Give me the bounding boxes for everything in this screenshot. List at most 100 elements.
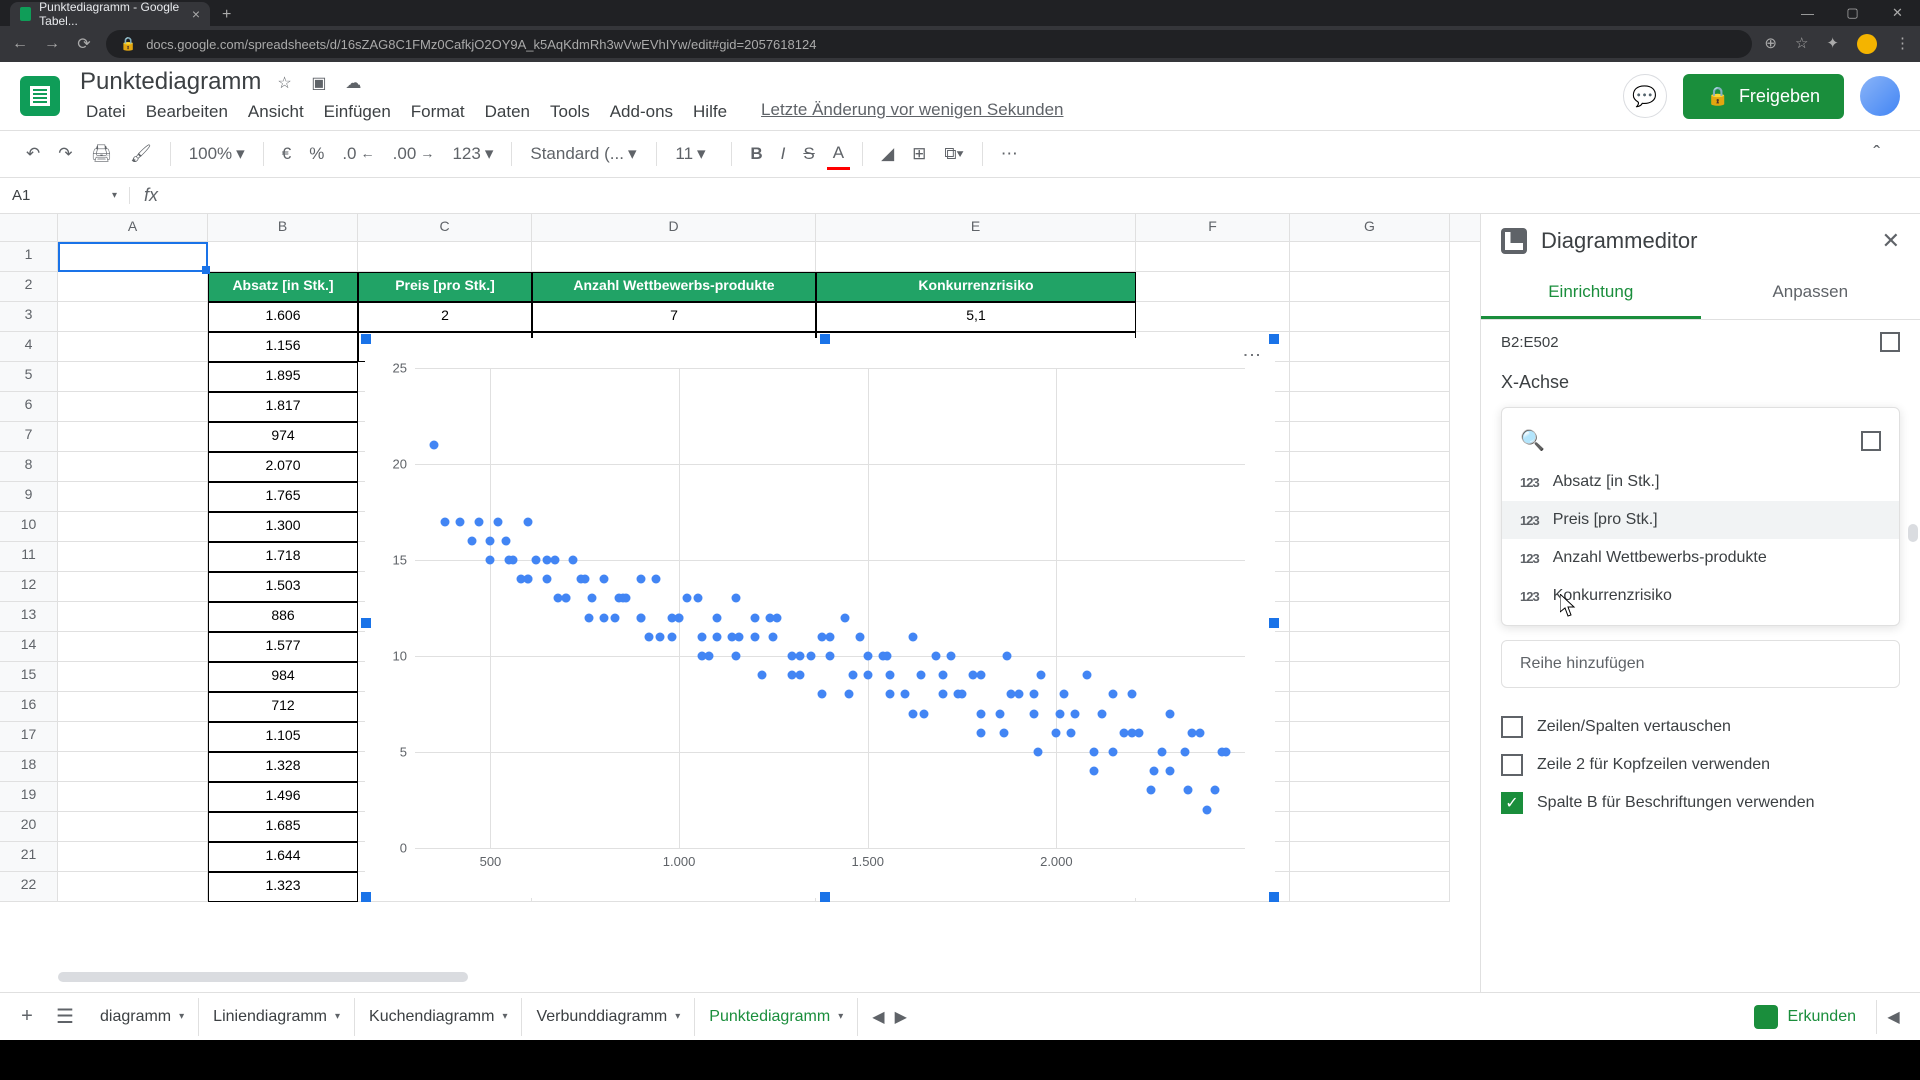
cell[interactable] <box>1290 692 1450 722</box>
close-editor-button[interactable]: ✕ <box>1882 228 1900 254</box>
explore-button[interactable]: Erkunden <box>1738 997 1873 1037</box>
picker-option[interactable]: 123Konkurrenzrisiko <box>1502 577 1899 615</box>
cell[interactable] <box>1290 872 1450 902</box>
row-header[interactable]: 12 <box>0 572 57 602</box>
tab-setup[interactable]: Einrichtung <box>1481 268 1701 319</box>
cell[interactable]: 1.156 <box>208 332 358 362</box>
extension-icon[interactable]: ✦ <box>1826 34 1839 54</box>
cell[interactable]: 1.105 <box>208 722 358 752</box>
cell[interactable] <box>1290 482 1450 512</box>
sheet-tab[interactable]: Kuchendiagramm▾ <box>355 998 522 1036</box>
cell[interactable] <box>58 662 208 692</box>
cell[interactable] <box>1290 602 1450 632</box>
sheet-tab-menu-icon[interactable]: ▾ <box>502 1011 507 1022</box>
cell[interactable] <box>1290 392 1450 422</box>
cell[interactable]: Preis [pro Stk.] <box>358 272 532 302</box>
sheet-nav-right[interactable]: ▶ <box>895 1007 907 1027</box>
merge-button[interactable]: ⧉▾ <box>938 140 969 168</box>
cell[interactable]: 1.895 <box>208 362 358 392</box>
cell[interactable]: Absatz [in Stk.] <box>208 272 358 302</box>
row-header[interactable]: 8 <box>0 452 57 482</box>
comments-button[interactable]: 💬 <box>1623 74 1667 118</box>
menu-bearbeiten[interactable]: Bearbeiten <box>140 100 234 124</box>
row-header[interactable]: 16 <box>0 692 57 722</box>
bold-button[interactable]: B <box>744 140 768 168</box>
row-header[interactable]: 5 <box>0 362 57 392</box>
cell[interactable] <box>1290 722 1450 752</box>
cell[interactable]: 1.503 <box>208 572 358 602</box>
cell[interactable]: 1.685 <box>208 812 358 842</box>
row-header[interactable]: 15 <box>0 662 57 692</box>
back-button[interactable]: ← <box>10 34 30 54</box>
cell[interactable] <box>358 242 532 272</box>
cell[interactable] <box>1290 332 1450 362</box>
search-icon[interactable]: 🔍 <box>1520 428 1545 453</box>
cell-reference-input[interactable]: A1▾ <box>0 187 130 204</box>
picker-option[interactable]: 123Absatz [in Stk.] <box>1502 463 1899 501</box>
cell[interactable] <box>58 632 208 662</box>
cell[interactable] <box>58 722 208 752</box>
increase-decimal-button[interactable]: .00→ <box>387 140 441 168</box>
cell[interactable] <box>58 542 208 572</box>
row-header[interactable]: 2 <box>0 272 57 302</box>
percent-button[interactable]: % <box>303 140 330 168</box>
row-header[interactable]: 20 <box>0 812 57 842</box>
menu-datei[interactable]: Datei <box>80 100 132 124</box>
cell[interactable] <box>1290 512 1450 542</box>
cell[interactable] <box>58 482 208 512</box>
cell[interactable] <box>58 242 208 272</box>
close-window-icon[interactable]: ✕ <box>1875 0 1920 26</box>
cell[interactable] <box>1136 272 1290 302</box>
col-header-B[interactable]: B <box>208 214 358 241</box>
profile-avatar-icon[interactable] <box>1857 34 1877 54</box>
sheet-tab-menu-icon[interactable]: ▾ <box>179 1011 184 1022</box>
row-header[interactable]: 1 <box>0 242 57 272</box>
select-range-button[interactable] <box>1880 332 1900 352</box>
cell[interactable] <box>58 602 208 632</box>
side-panel-toggle[interactable]: ◀ <box>1876 1000 1910 1034</box>
url-input[interactable]: 🔒 docs.google.com/spreadsheets/d/16sZAG8… <box>106 30 1752 58</box>
use-row2-headers-checkbox[interactable]: Zeile 2 für Kopfzeilen verwenden <box>1501 746 1900 784</box>
forward-button[interactable]: → <box>42 34 62 54</box>
sheet-tab-menu-icon[interactable]: ▾ <box>838 1011 843 1022</box>
cloud-icon[interactable]: ☁ <box>345 73 363 91</box>
cell[interactable] <box>1136 302 1290 332</box>
cell[interactable]: 1.817 <box>208 392 358 422</box>
select-range-icon[interactable] <box>1861 431 1881 451</box>
cell[interactable] <box>1290 242 1450 272</box>
cell[interactable] <box>1290 452 1450 482</box>
row-header[interactable]: 6 <box>0 392 57 422</box>
tab-customize[interactable]: Anpassen <box>1701 268 1920 319</box>
cell[interactable] <box>1290 782 1450 812</box>
row-header[interactable]: 13 <box>0 602 57 632</box>
cell[interactable]: 2.070 <box>208 452 358 482</box>
font-select[interactable]: Standard (... ▾ <box>524 140 644 168</box>
sheets-logo[interactable] <box>20 76 60 116</box>
cell[interactable] <box>58 512 208 542</box>
sheet-tab-menu-icon[interactable]: ▾ <box>335 1011 340 1022</box>
maximize-icon[interactable]: ▢ <box>1830 0 1875 26</box>
col-header-E[interactable]: E <box>816 214 1136 241</box>
doc-title[interactable]: Punktediagramm <box>80 68 261 96</box>
cell[interactable] <box>1290 752 1450 782</box>
cell[interactable] <box>58 452 208 482</box>
cell[interactable] <box>58 812 208 842</box>
browser-tab[interactable]: Punktediagramm - Google Tabel... × <box>10 2 210 26</box>
redo-button[interactable]: ↷ <box>52 140 78 168</box>
cell[interactable] <box>1136 242 1290 272</box>
row-header[interactable]: 21 <box>0 842 57 872</box>
decrease-decimal-button[interactable]: .0← <box>336 140 380 168</box>
col-header-C[interactable]: C <box>358 214 532 241</box>
cell[interactable] <box>58 782 208 812</box>
fill-color-button[interactable]: ◢ <box>875 140 900 168</box>
cell[interactable] <box>58 272 208 302</box>
cell[interactable]: 886 <box>208 602 358 632</box>
cell[interactable]: 5,1 <box>816 302 1136 332</box>
sheet-tab[interactable]: Liniendiagramm▾ <box>199 998 355 1036</box>
text-color-button[interactable]: A <box>827 139 850 170</box>
move-icon[interactable]: ▣ <box>311 73 329 91</box>
cell[interactable]: 7 <box>532 302 816 332</box>
cell[interactable]: 984 <box>208 662 358 692</box>
zoom-icon[interactable]: ⊕ <box>1764 34 1777 54</box>
account-avatar[interactable] <box>1860 76 1900 116</box>
